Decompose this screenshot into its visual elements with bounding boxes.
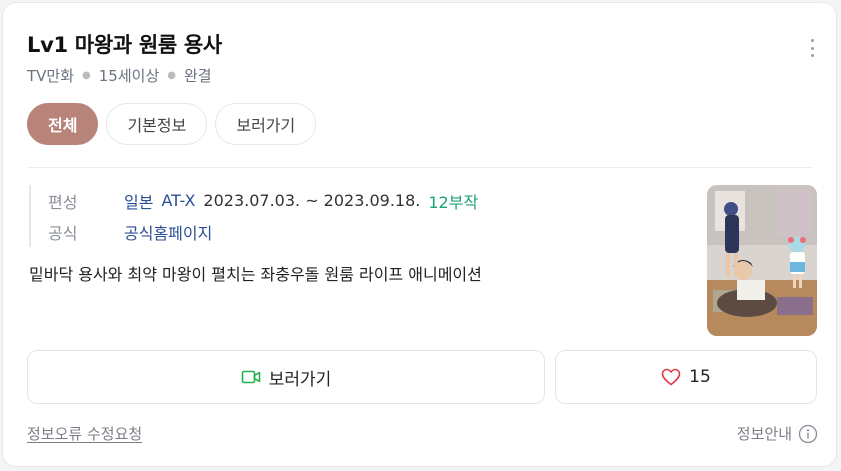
tab-all[interactable]: 전체: [27, 103, 99, 145]
like-count: 15: [689, 367, 711, 387]
tab-basic-info[interactable]: 기본정보: [106, 103, 208, 145]
broadcast-row: 편성 일본 AT-X 2023.07.03. ~ 2023.09.18. 12부…: [48, 185, 478, 216]
episode-count: 12부작: [428, 192, 479, 212]
meta-rating: 15세이상: [98, 67, 160, 85]
info-section: 편성 일본 AT-X 2023.07.03. ~ 2023.09.18. 12부…: [29, 185, 478, 247]
official-row: 공식 공식홈페이지: [48, 216, 478, 247]
info-guide-link[interactable]: 정보안내: [737, 423, 818, 444]
country-link[interactable]: 일본: [124, 189, 153, 213]
info-guide-label: 정보안내: [736, 425, 792, 443]
meta-info: TV만화 ● 15세이상 ● 완결: [27, 65, 212, 86]
official-label: 공식: [48, 223, 78, 243]
anime-poster-image[interactable]: [707, 185, 817, 336]
more-options-icon[interactable]: [810, 39, 814, 57]
divider: [27, 167, 812, 168]
like-button[interactable]: 15: [555, 350, 817, 404]
meta-status: 완결: [184, 67, 212, 85]
info-circle-icon: [798, 424, 818, 443]
channel-link[interactable]: AT-X: [161, 191, 195, 210]
page-title: Lv1 마왕과 원룸 용사: [27, 33, 222, 57]
report-error-link[interactable]: 정보오류 수정요청: [27, 423, 142, 444]
broadcast-label: 편성: [48, 192, 78, 212]
meta-genre: TV만화: [27, 67, 75, 85]
heart-icon: [661, 368, 681, 386]
description: 밑바닥 용사와 최약 마왕이 펼치는 좌충우돌 원룸 라이프 애니메이션: [29, 265, 482, 284]
tab-bar: 전체 기본정보 보러가기: [27, 103, 317, 145]
info-card: Lv1 마왕과 원룸 용사 TV만화 ● 15세이상 ● 완결 전체 기본정보 …: [2, 2, 837, 467]
watch-button-label: 보러가기: [268, 369, 332, 390]
meta-separator: ●: [167, 70, 176, 81]
watch-button[interactable]: 보러가기: [27, 350, 545, 404]
tab-watch[interactable]: 보러가기: [215, 103, 317, 145]
broadcast-period: 2023.07.03. ~ 2023.09.18.: [203, 191, 421, 210]
homepage-link[interactable]: 공식홈페이지: [124, 220, 212, 244]
video-camera-icon: [241, 370, 261, 384]
meta-separator: ●: [82, 70, 91, 81]
